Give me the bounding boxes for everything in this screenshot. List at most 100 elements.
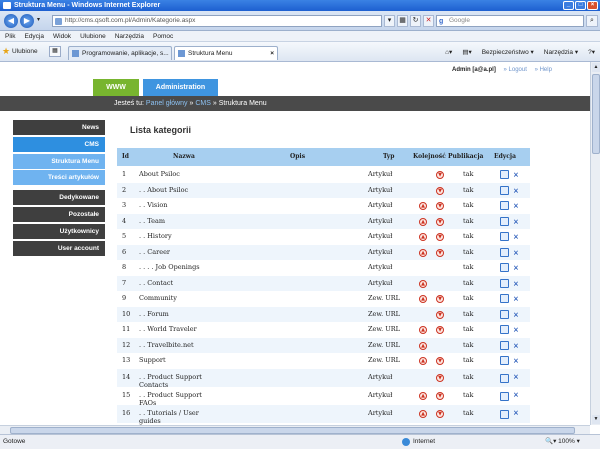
scroll-down-icon[interactable]: ▼ <box>592 415 600 424</box>
edit-icon[interactable] <box>500 170 509 179</box>
tab-struktura-menu[interactable]: Struktura Menu × <box>174 46 278 60</box>
move-up-icon[interactable]: ▲ <box>419 326 427 334</box>
menu-view[interactable]: Widok <box>53 31 71 41</box>
delete-icon[interactable]: × <box>513 353 519 369</box>
breadcrumb-cms[interactable]: CMS <box>195 100 211 107</box>
www-button[interactable]: WWW <box>93 79 139 96</box>
edit-icon[interactable] <box>500 340 509 350</box>
delete-icon[interactable]: × <box>513 167 519 183</box>
sidebar-item-pozostale[interactable]: Pozostałe <box>13 207 105 222</box>
sidebar-item-struktura-menu[interactable]: Struktura Menu <box>13 154 105 169</box>
sidebar-item-tresci-artykulow[interactable]: Treści artykułów <box>13 170 105 185</box>
delete-icon[interactable]: × <box>513 229 519 245</box>
breadcrumb-home[interactable]: Panel główny <box>146 100 188 107</box>
move-up-icon[interactable]: ▲ <box>419 233 427 241</box>
edit-icon[interactable] <box>500 391 509 401</box>
search-icon[interactable]: ⌕ <box>586 15 598 27</box>
edit-icon[interactable] <box>500 309 509 319</box>
move-up-icon[interactable]: ▲ <box>419 202 427 210</box>
tab-programowanie[interactable]: Programowanie, aplikacje, s... <box>68 46 172 60</box>
menu-tools[interactable]: Narzędzia <box>115 31 144 41</box>
scroll-up-icon[interactable]: ▲ <box>592 63 600 72</box>
move-down-icon[interactable]: ▼ <box>436 248 444 257</box>
move-down-icon[interactable]: ▼ <box>436 391 444 400</box>
delete-icon[interactable]: × <box>513 372 519 381</box>
move-up-icon[interactable]: ▲ <box>419 357 427 365</box>
sidebar-item-dedykowane[interactable]: Dedykowane <box>13 190 105 205</box>
edit-icon[interactable] <box>500 325 509 334</box>
favorites-button[interactable]: ★ Ulubione <box>2 46 38 57</box>
move-down-icon[interactable]: ▼ <box>436 357 444 365</box>
stop-icon[interactable]: ✕ <box>423 15 434 27</box>
help-link[interactable]: » Help <box>535 67 552 73</box>
administration-button[interactable]: Administration <box>143 79 218 96</box>
move-down-icon[interactable]: ▼ <box>436 326 444 334</box>
hscroll-thumb[interactable] <box>10 427 575 434</box>
edit-icon[interactable] <box>500 201 509 210</box>
logout-link[interactable]: » Logout <box>504 67 527 73</box>
delete-icon[interactable]: × <box>513 245 519 261</box>
delete-icon[interactable]: × <box>513 214 519 230</box>
edit-icon[interactable] <box>500 232 509 241</box>
move-up-icon[interactable]: ▲ <box>419 217 427 226</box>
quick-tabs-icon[interactable]: ▦ <box>49 46 61 57</box>
move-down-icon[interactable]: ▼ <box>436 202 444 210</box>
edit-icon[interactable] <box>500 185 509 195</box>
delete-icon[interactable]: × <box>513 390 519 399</box>
move-up-icon[interactable]: ▲ <box>419 391 427 400</box>
close-tab-icon[interactable]: × <box>270 47 274 60</box>
move-down-icon[interactable]: ▼ <box>436 295 444 303</box>
move-up-icon[interactable]: ▲ <box>419 409 427 418</box>
edit-icon[interactable] <box>500 356 509 365</box>
url-input[interactable]: http://cms.qsoft.com.pl/Admin/Kategorie.… <box>52 15 382 27</box>
delete-icon[interactable]: × <box>513 276 519 292</box>
sidebar-item-user-account[interactable]: User account <box>13 241 105 256</box>
url-dropdown-icon[interactable]: ▾ <box>384 15 395 27</box>
move-down-icon[interactable]: ▼ <box>436 409 444 418</box>
move-up-icon[interactable]: ▲ <box>419 248 427 257</box>
home-icon[interactable]: ⌂▾ <box>445 47 452 58</box>
move-down-icon[interactable]: ▼ <box>436 171 444 179</box>
horizontal-scrollbar[interactable] <box>0 425 590 434</box>
vertical-scrollbar[interactable]: ▲ ▼ <box>590 62 600 425</box>
maximize-button[interactable]: □ <box>575 1 586 10</box>
scroll-thumb[interactable] <box>592 74 600 154</box>
delete-icon[interactable]: × <box>513 291 519 307</box>
zoom-level[interactable]: 🔍▾ 100% ▾ <box>545 435 580 449</box>
minimize-button[interactable]: _ <box>563 1 574 10</box>
delete-icon[interactable]: × <box>513 183 519 199</box>
move-up-icon[interactable]: ▲ <box>419 295 427 303</box>
move-up-icon[interactable]: ▲ <box>419 341 427 350</box>
edit-icon[interactable] <box>500 409 509 419</box>
move-down-icon[interactable]: ▼ <box>436 233 444 241</box>
edit-icon[interactable] <box>500 278 509 288</box>
sidebar-item-cms[interactable]: CMS <box>13 137 105 152</box>
menu-help[interactable]: Pomoc <box>153 31 173 41</box>
move-down-icon[interactable]: ▼ <box>436 186 444 195</box>
delete-icon[interactable]: × <box>513 307 519 323</box>
delete-icon[interactable]: × <box>513 408 519 417</box>
edit-icon[interactable] <box>500 247 509 257</box>
feeds-icon[interactable]: ▤▾ <box>462 47 471 58</box>
close-window-button[interactable]: × <box>587 1 598 10</box>
forward-button[interactable]: ▶ <box>20 14 34 28</box>
edit-icon[interactable] <box>500 373 509 383</box>
edit-icon[interactable] <box>500 216 509 226</box>
sidebar-item-uzytkownicy[interactable]: Użytkownicy <box>13 224 105 239</box>
menu-favorites[interactable]: Ulubione <box>80 31 106 41</box>
safety-menu[interactable]: Bezpieczeństwo ▾ <box>482 47 534 58</box>
compatibility-icon[interactable]: ▦ <box>397 15 408 27</box>
tools-menu[interactable]: Narzędzia ▾ <box>544 47 578 58</box>
delete-icon[interactable]: × <box>513 260 519 276</box>
move-down-icon[interactable]: ▼ <box>436 217 444 226</box>
menu-file[interactable]: Plik <box>5 31 15 41</box>
move-down-icon[interactable]: ▼ <box>436 310 444 319</box>
history-dropdown-icon[interactable]: ▾ <box>37 16 40 23</box>
menu-edit[interactable]: Edycja <box>24 31 44 41</box>
edit-icon[interactable] <box>500 263 509 272</box>
move-down-icon[interactable]: ▼ <box>436 373 444 382</box>
sidebar-item-news[interactable]: News <box>13 120 105 135</box>
delete-icon[interactable]: × <box>513 198 519 214</box>
search-input[interactable]: g Google <box>436 15 584 27</box>
delete-icon[interactable]: × <box>513 338 519 354</box>
